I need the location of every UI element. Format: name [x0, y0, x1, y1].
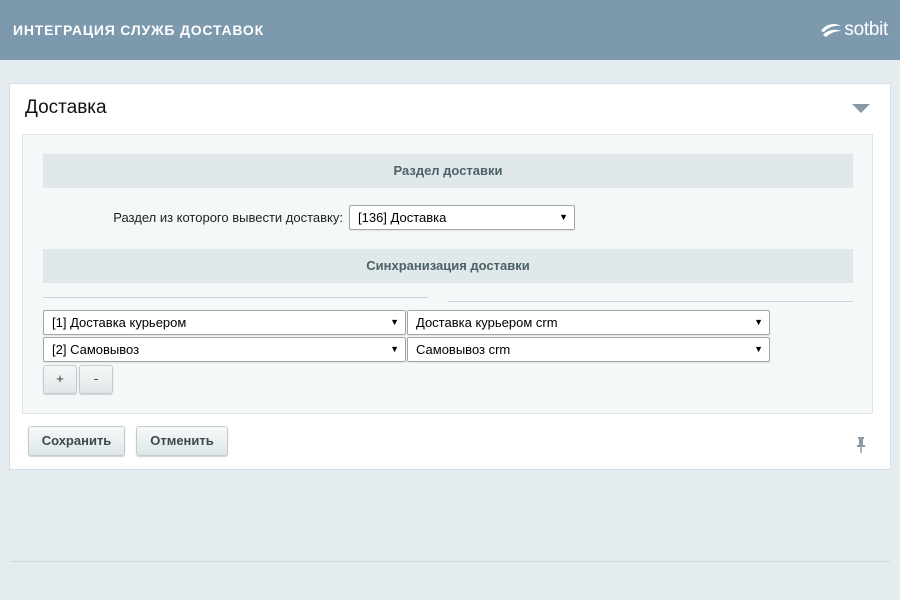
panel-title: Доставка — [25, 97, 107, 118]
dropdown-arrow-icon: ▼ — [390, 344, 399, 354]
section-heading-sync: Синхранизация доставки — [43, 249, 853, 283]
brand-logo-text: sotbit — [844, 19, 888, 40]
brand-logo: sotbit — [819, 18, 888, 42]
add-row-button[interactable]: + — [43, 365, 77, 394]
top-bar: ИНТЕГРАЦИЯ СЛУЖБ ДОСТАВОК sotbit — [0, 0, 900, 60]
delivery-section-select-value: [136] Доставка — [358, 210, 447, 225]
sync-row-1-right-value: Доставка курьером crm — [416, 315, 558, 330]
sotbit-logo-icon — [821, 23, 842, 37]
sync-row-1-left-value: [1] Доставка курьером — [52, 315, 187, 330]
delivery-section-select[interactable]: [136] Доставка ▼ — [349, 205, 575, 230]
sync-row-1-right-select[interactable]: Доставка курьером crm ▼ — [407, 310, 770, 335]
collapse-triangle-icon[interactable] — [852, 104, 870, 113]
sync-row-2-left-value: [2] Самовывоз — [52, 342, 140, 357]
dropdown-arrow-icon: ▼ — [754, 317, 763, 327]
delivery-panel: Доставка Раздел доставки Раздел из котор… — [9, 83, 891, 470]
footer-divider — [10, 561, 890, 562]
panel-content: Раздел доставки Раздел из которого вывес… — [22, 134, 873, 414]
sync-row-2-left-select[interactable]: [2] Самовывоз ▼ — [43, 337, 406, 362]
sync-row-1-left-select[interactable]: [1] Доставка курьером ▼ — [43, 310, 406, 335]
delivery-section-label: Раздел из которого вывести доставку: — [113, 210, 343, 225]
remove-row-button[interactable]: - — [79, 365, 113, 394]
dropdown-arrow-icon: ▼ — [390, 317, 399, 327]
dropdown-arrow-icon: ▼ — [754, 344, 763, 354]
cancel-button[interactable]: Отменить — [136, 426, 228, 456]
pin-icon[interactable] — [856, 437, 866, 453]
dropdown-arrow-icon: ▼ — [559, 212, 568, 222]
sync-row-2-right-select[interactable]: Самовывоз crm ▼ — [407, 337, 770, 362]
sync-divider-left — [43, 297, 428, 298]
section-heading-delivery: Раздел доставки — [43, 154, 853, 188]
sync-row-2-right-value: Самовывоз crm — [416, 342, 511, 357]
page-title: ИНТЕГРАЦИЯ СЛУЖБ ДОСТАВОК — [13, 22, 264, 38]
save-button[interactable]: Сохранить — [28, 426, 125, 456]
sync-divider-right — [448, 301, 853, 302]
